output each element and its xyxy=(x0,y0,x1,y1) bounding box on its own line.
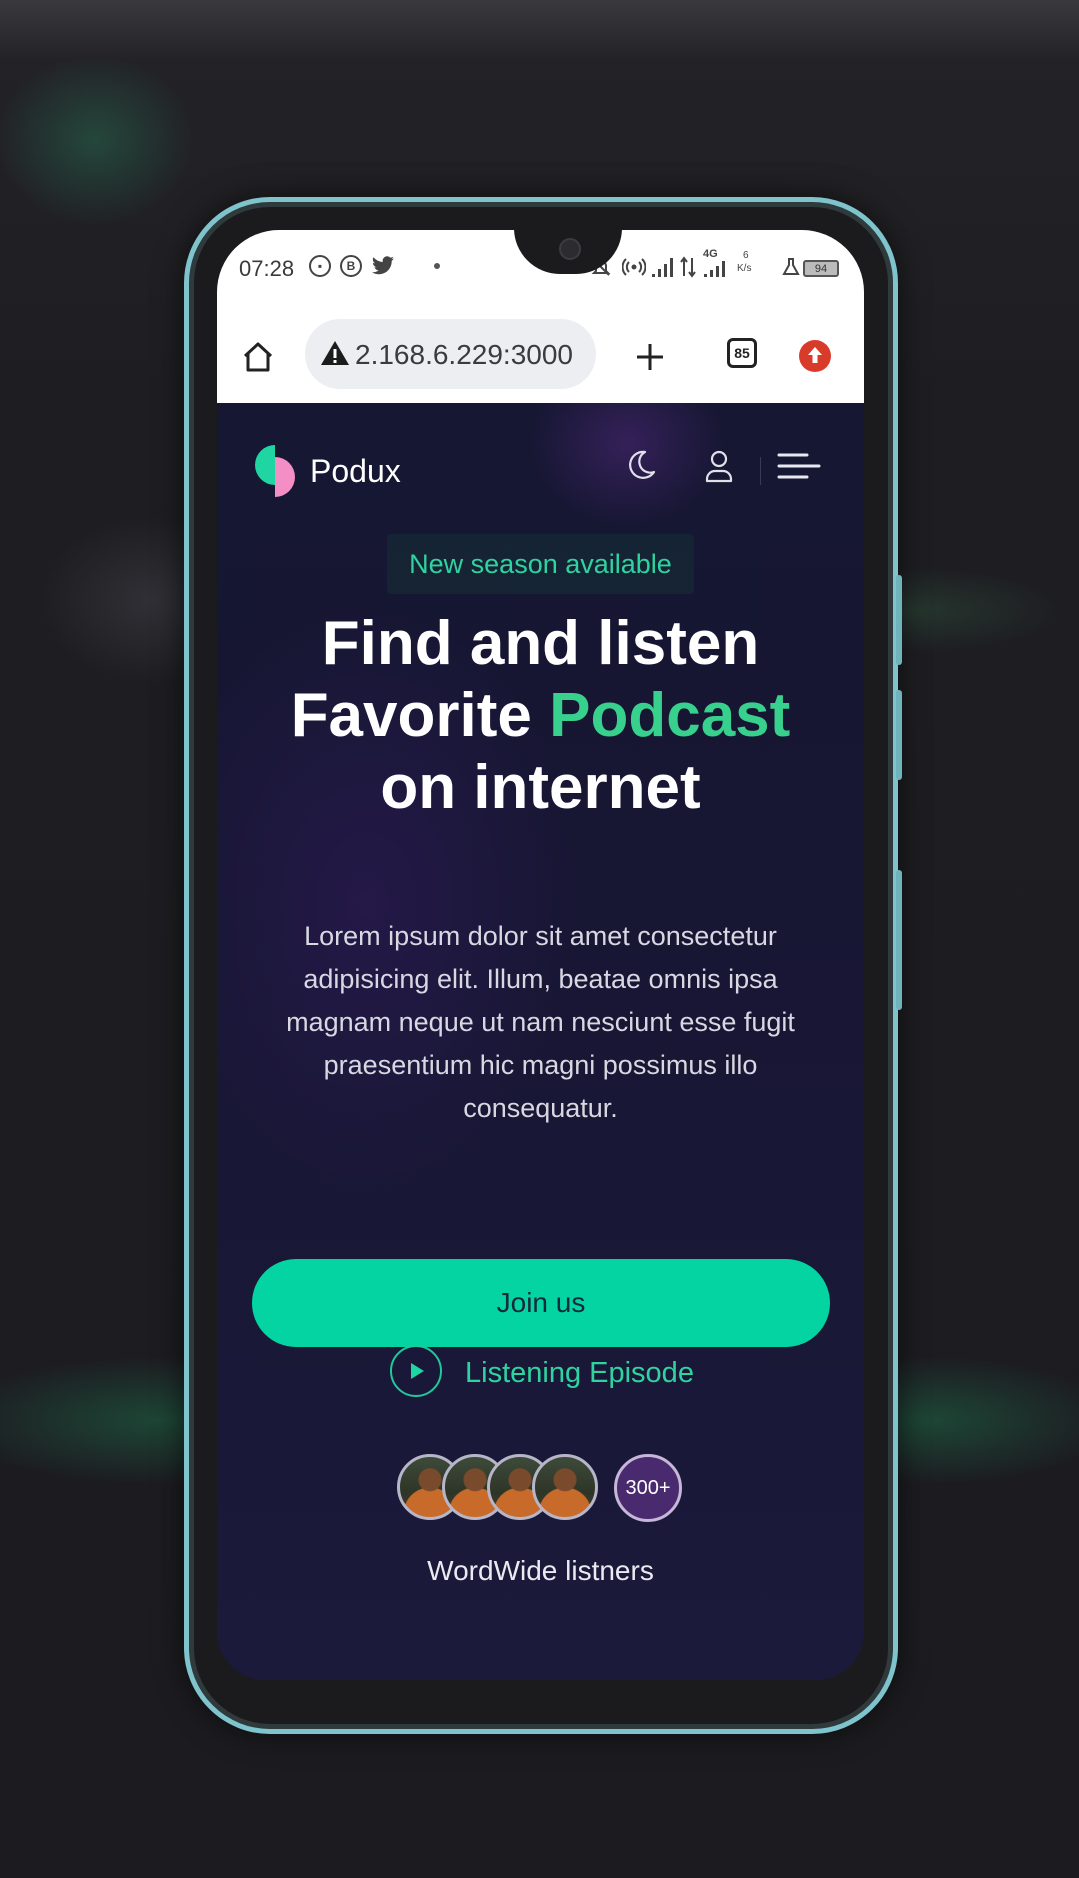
phone-side-button xyxy=(896,870,902,1010)
hero-description: Lorem ipsum dolor sit amet consectetur a… xyxy=(286,921,795,1123)
network-type: 4G xyxy=(703,248,718,260)
header-divider xyxy=(760,457,761,485)
warning-icon[interactable] xyxy=(320,339,350,367)
phone-screen: 07:28 ▪ B 4G 6 K/s 94 2.168.6.229:3000 8… xyxy=(217,230,864,1680)
flask-icon xyxy=(782,258,800,275)
avatar xyxy=(532,1454,598,1520)
worldwide-listeners-label: WordWide listners xyxy=(427,1555,654,1586)
update-icon[interactable] xyxy=(798,339,832,373)
address-bar[interactable]: 2.168.6.229:3000 xyxy=(305,319,596,389)
battery-level: 94 xyxy=(814,262,828,275)
dot-icon xyxy=(434,263,440,269)
listener-avatars: 300+ xyxy=(397,1454,697,1526)
headline-accent: Podcast xyxy=(549,681,791,750)
join-us-button[interactable]: Join us xyxy=(252,1259,830,1347)
browser-toolbar: 2.168.6.229:3000 85 xyxy=(217,310,864,403)
listening-episode-label[interactable]: Listening Episode xyxy=(465,1357,694,1390)
phone-side-button xyxy=(896,690,902,780)
status-time: 07:28 xyxy=(239,256,295,281)
headline-line-3: on internet xyxy=(380,753,701,822)
url-text: 2.168.6.229:3000 xyxy=(355,339,573,370)
headline-line-2: Favorite Podcast xyxy=(217,680,864,752)
user-icon[interactable] xyxy=(704,449,734,483)
play-icon xyxy=(411,1363,424,1379)
signal-icon xyxy=(652,258,673,277)
tab-count: 85 xyxy=(734,345,750,361)
plus-icon[interactable] xyxy=(635,342,665,372)
home-icon[interactable] xyxy=(241,340,275,374)
signal-icon xyxy=(704,261,725,277)
headline-line-1: Find and listen xyxy=(321,609,760,678)
moon-icon[interactable] xyxy=(625,449,657,481)
brand-name[interactable]: Podux xyxy=(310,453,401,490)
data-icon xyxy=(680,256,696,278)
tabs-icon[interactable]: 85 xyxy=(727,338,757,368)
hero-headline: Find and listen Favorite Podcast on inte… xyxy=(217,608,864,824)
hotspot-icon xyxy=(622,258,646,276)
play-button[interactable] xyxy=(390,1345,442,1397)
speed-value: 6 xyxy=(743,250,749,261)
battery-icon: 94 xyxy=(803,260,839,277)
headline-line-2-start: Favorite xyxy=(290,681,550,750)
menu-icon[interactable] xyxy=(777,452,821,480)
status-bar: 07:28 ▪ B 4G 6 K/s 94 xyxy=(217,230,864,310)
b-app-icon: B xyxy=(340,255,362,277)
front-camera xyxy=(559,238,581,260)
new-season-badge: New season available xyxy=(387,534,694,594)
podux-site: Podux New season available Find and list… xyxy=(217,403,864,1680)
avatars-more-count: 300+ xyxy=(614,1454,682,1522)
podux-logo[interactable] xyxy=(253,443,297,499)
clipboard-icon: ▪ xyxy=(309,255,331,277)
speed-unit: K/s xyxy=(737,263,752,274)
phone-side-button xyxy=(896,575,902,665)
twitter-icon xyxy=(372,256,394,275)
